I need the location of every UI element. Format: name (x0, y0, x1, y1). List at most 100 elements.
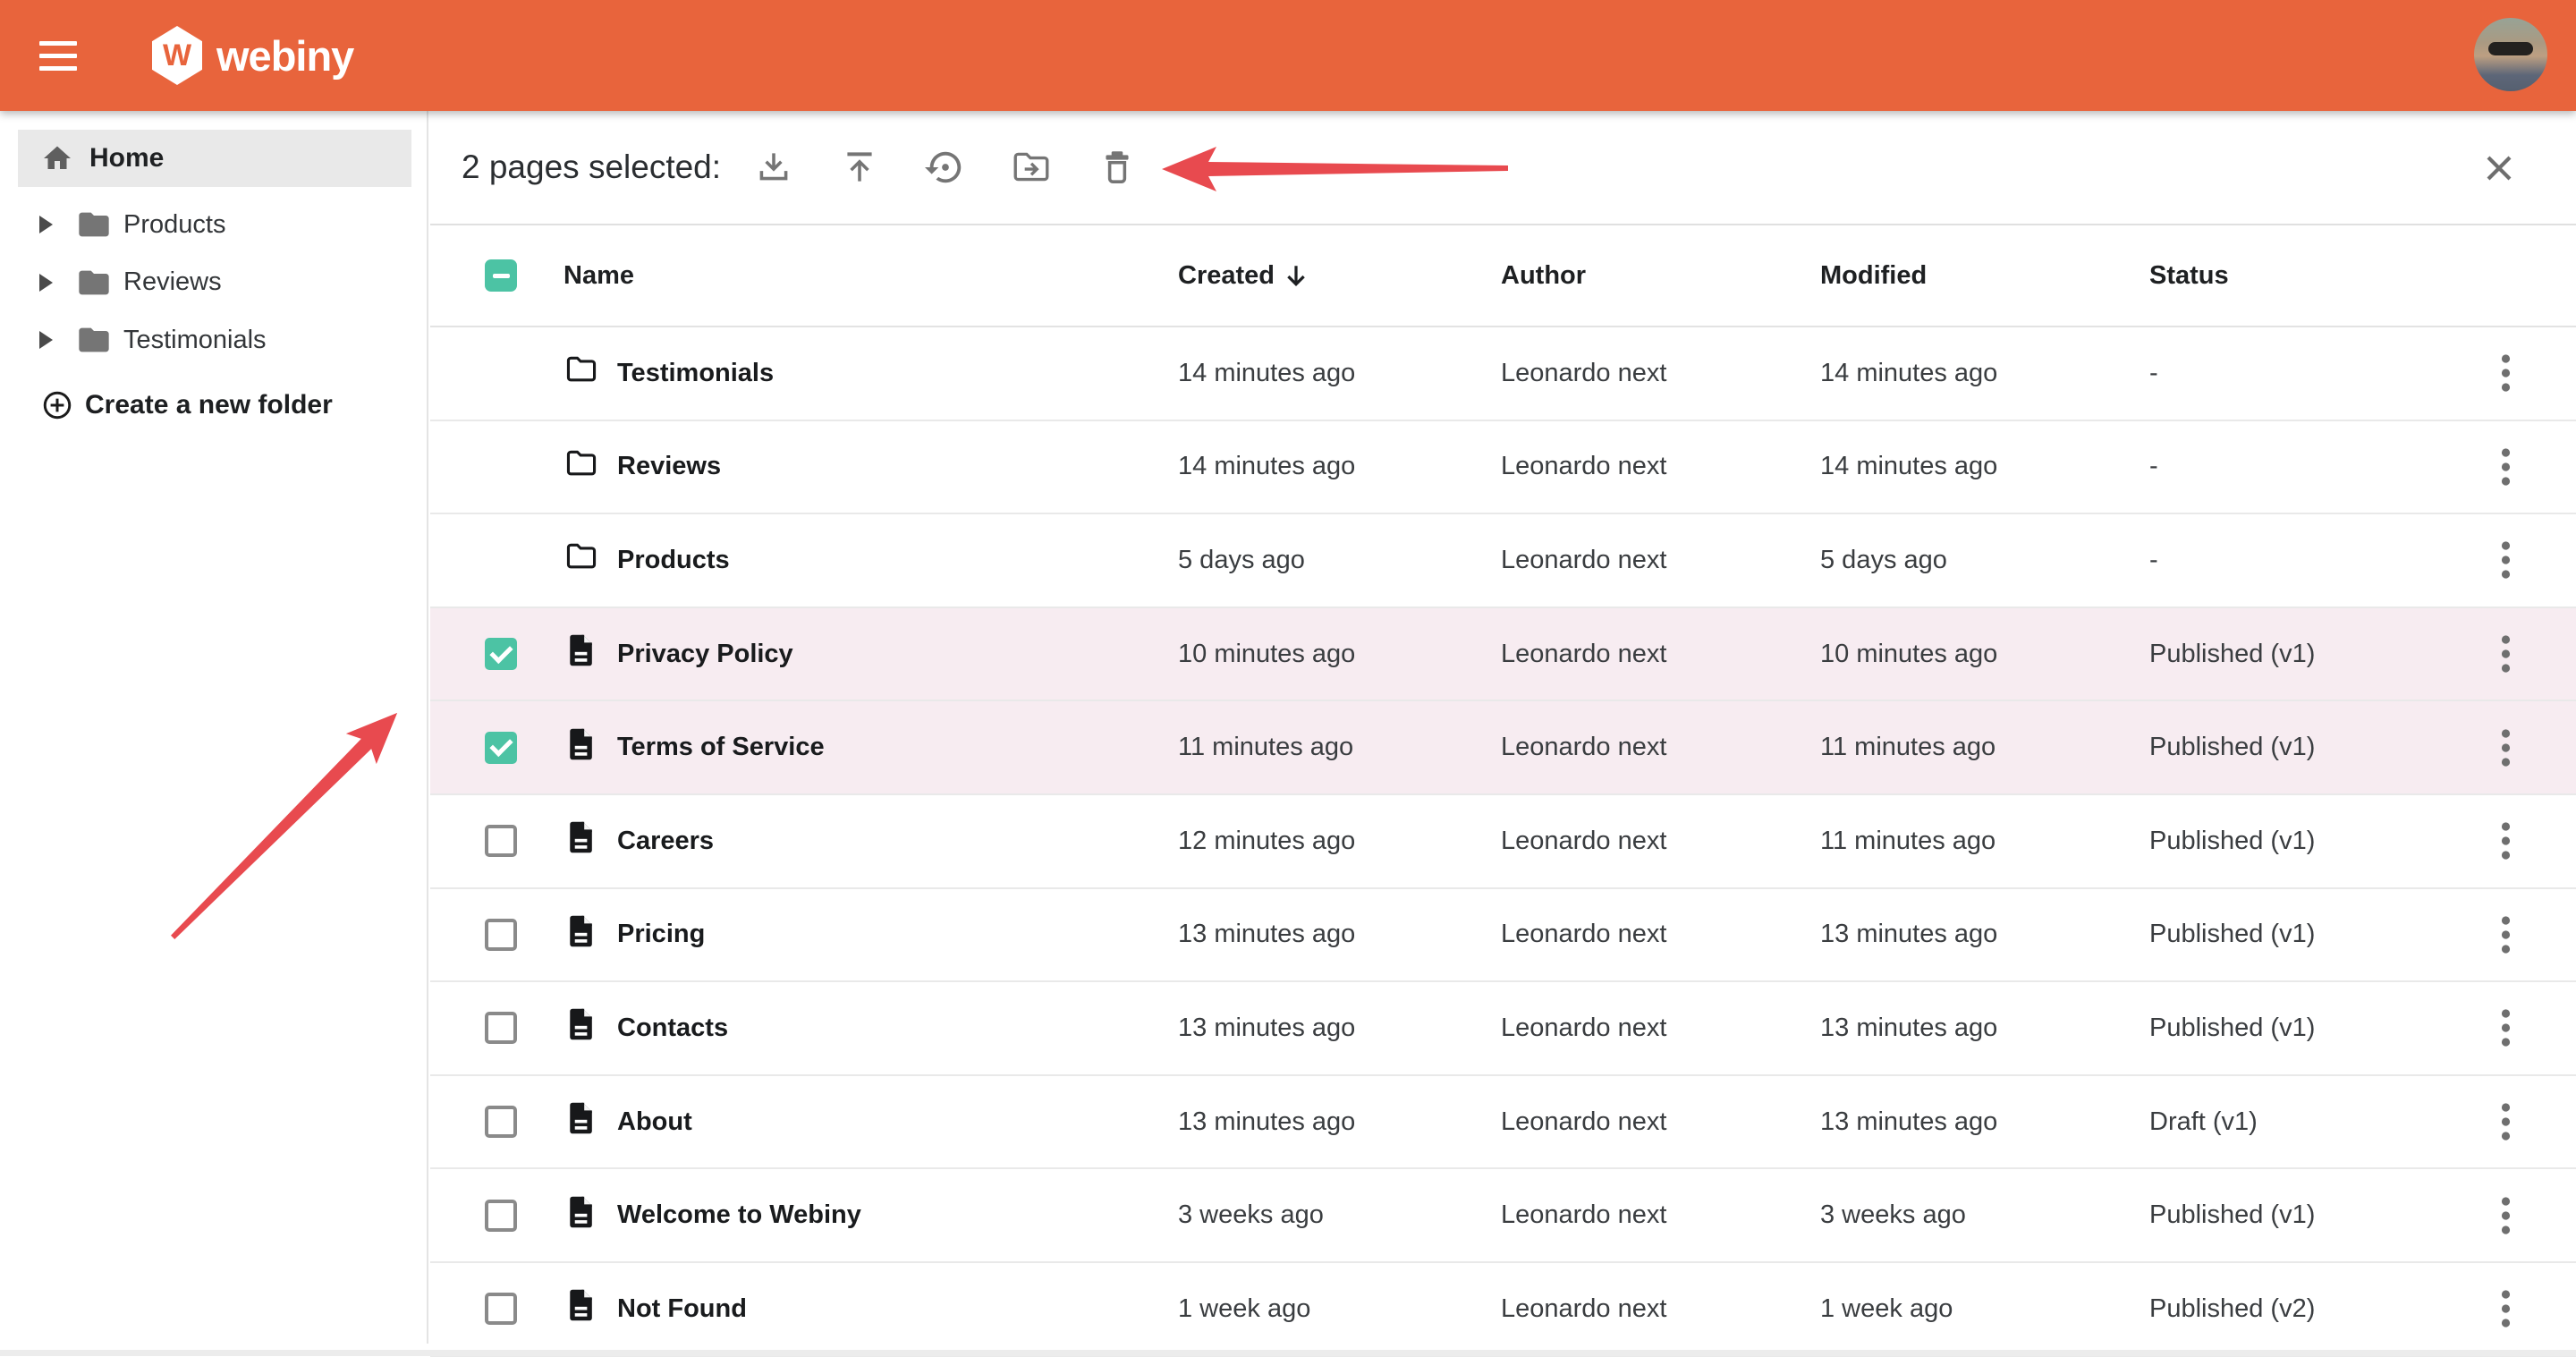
row-created: 14 minutes ago (1178, 452, 1501, 481)
column-header-status[interactable]: Status (2149, 261, 2436, 291)
sidebar-folder-label: Testimonials (123, 326, 267, 355)
row-checkbox[interactable] (485, 732, 517, 764)
row-menu-button[interactable] (2484, 721, 2529, 775)
download-button[interactable] (748, 141, 800, 193)
table-row[interactable]: About 13 minutes ago Leonardo next 13 mi… (430, 1076, 2576, 1170)
restore-button[interactable] (919, 141, 971, 193)
row-author: Leonardo next (1501, 359, 1820, 388)
row-menu-button[interactable] (2484, 1282, 2529, 1336)
trash-icon (1097, 147, 1138, 188)
close-selection-button[interactable] (2474, 143, 2524, 193)
sidebar-item-reviews[interactable]: Reviews (0, 254, 427, 312)
publish-icon (839, 147, 880, 188)
row-checkbox[interactable] (485, 825, 517, 857)
row-name: Welcome to Webiny (617, 1200, 1178, 1230)
folder-icon (564, 539, 599, 574)
row-author: Leonardo next (1501, 1294, 1820, 1324)
caret-right-icon[interactable] (39, 274, 53, 292)
folder-icon (76, 265, 112, 301)
row-name: Reviews (617, 452, 1178, 481)
kebab-icon (2500, 1006, 2512, 1049)
restore-icon (925, 147, 966, 188)
page-list-panel: 2 pages selected: (430, 111, 2576, 1356)
column-header-created[interactable]: Created (1178, 261, 1501, 291)
row-checkbox[interactable] (485, 1200, 517, 1232)
table-row[interactable]: Privacy Policy 10 minutes ago Leonardo n… (430, 608, 2576, 702)
caret-right-icon[interactable] (39, 331, 53, 349)
kebab-icon (2500, 726, 2512, 769)
row-menu-button[interactable] (2484, 1001, 2529, 1055)
folder-tree-sidebar: Home Products Reviews Testimonials (0, 111, 428, 1344)
row-status: Published (v1) (2149, 733, 2436, 762)
row-name: Products (617, 546, 1178, 575)
delete-button[interactable] (1091, 141, 1143, 193)
table-row[interactable]: Contacts 13 minutes ago Leonardo next 13… (430, 982, 2576, 1076)
folder-icon (76, 207, 112, 242)
sidebar-item-testimonials[interactable]: Testimonials (0, 311, 427, 369)
table-row[interactable]: Terms of Service 11 minutes ago Leonardo… (430, 701, 2576, 795)
row-created: 3 weeks ago (1178, 1200, 1501, 1230)
row-status: - (2149, 452, 2436, 481)
row-checkbox[interactable] (485, 919, 517, 951)
column-header-modified[interactable]: Modified (1820, 261, 2149, 291)
create-folder-button[interactable]: Create a new folder (0, 377, 338, 434)
row-name: Not Found (617, 1294, 1178, 1324)
table-row[interactable]: Testimonials 14 minutes ago Leonardo nex… (430, 327, 2576, 421)
row-status: Published (v1) (2149, 827, 2436, 856)
row-name: Testimonials (617, 359, 1178, 388)
avatar[interactable] (2474, 18, 2547, 91)
page-icon (564, 1287, 599, 1323)
move-to-folder-button[interactable] (1005, 141, 1057, 193)
row-author: Leonardo next (1501, 733, 1820, 762)
row-author: Leonardo next (1501, 452, 1820, 481)
sidebar-item-home[interactable]: Home (18, 130, 411, 187)
table-row[interactable]: Pricing 13 minutes ago Leonardo next 13 … (430, 889, 2576, 983)
row-menu-button[interactable] (2484, 1189, 2529, 1243)
table-row[interactable]: Products 5 days ago Leonardo next 5 days… (430, 514, 2576, 608)
row-created: 14 minutes ago (1178, 359, 1501, 388)
column-header-author[interactable]: Author (1501, 261, 1820, 291)
row-menu-button[interactable] (2484, 440, 2529, 494)
table-row[interactable]: Reviews 14 minutes ago Leonardo next 14 … (430, 421, 2576, 515)
row-author: Leonardo next (1501, 920, 1820, 949)
row-modified: 3 weeks ago (1820, 1200, 2149, 1230)
page-icon (564, 819, 599, 855)
create-folder-label: Create a new folder (85, 390, 333, 420)
hamburger-icon (39, 41, 77, 46)
row-menu-button[interactable] (2484, 533, 2529, 587)
kebab-icon (2500, 1287, 2512, 1330)
row-modified: 11 minutes ago (1820, 827, 2149, 856)
row-menu-button[interactable] (2484, 627, 2529, 681)
row-checkbox[interactable] (485, 1106, 517, 1138)
column-header-name[interactable]: Name (564, 261, 1178, 291)
row-author: Leonardo next (1501, 546, 1820, 575)
publish-button[interactable] (834, 141, 886, 193)
table-row[interactable]: Careers 12 minutes ago Leonardo next 11 … (430, 795, 2576, 889)
sidebar-item-products[interactable]: Products (0, 196, 427, 254)
row-author: Leonardo next (1501, 1200, 1820, 1230)
kebab-icon (2500, 632, 2512, 675)
row-modified: 13 minutes ago (1820, 1107, 2149, 1137)
top-app-bar: W webiny (0, 0, 2576, 111)
row-created: 1 week ago (1178, 1294, 1501, 1324)
webiny-logo[interactable]: W webiny (152, 26, 353, 85)
select-all-checkbox[interactable] (485, 259, 517, 292)
row-checkbox[interactable] (485, 1012, 517, 1044)
row-checkbox[interactable] (485, 638, 517, 670)
row-status: Published (v1) (2149, 920, 2436, 949)
row-modified: 14 minutes ago (1820, 359, 2149, 388)
caret-right-icon[interactable] (39, 216, 53, 233)
folder-icon (564, 445, 599, 481)
row-menu-button[interactable] (2484, 1095, 2529, 1149)
row-menu-button[interactable] (2484, 908, 2529, 962)
table-row[interactable]: Not Found 1 week ago Leonardo next 1 wee… (430, 1263, 2576, 1357)
close-icon (2481, 150, 2517, 186)
row-menu-button[interactable] (2484, 814, 2529, 868)
menu-button[interactable] (39, 29, 93, 82)
table-row[interactable]: Welcome to Webiny 3 weeks ago Leonardo n… (430, 1169, 2576, 1263)
kebab-icon (2500, 1100, 2512, 1143)
row-checkbox[interactable] (485, 1293, 517, 1325)
arrow-down-icon (1284, 263, 1309, 288)
selection-count-text: 2 pages selected: (462, 148, 721, 186)
row-menu-button[interactable] (2484, 346, 2529, 400)
